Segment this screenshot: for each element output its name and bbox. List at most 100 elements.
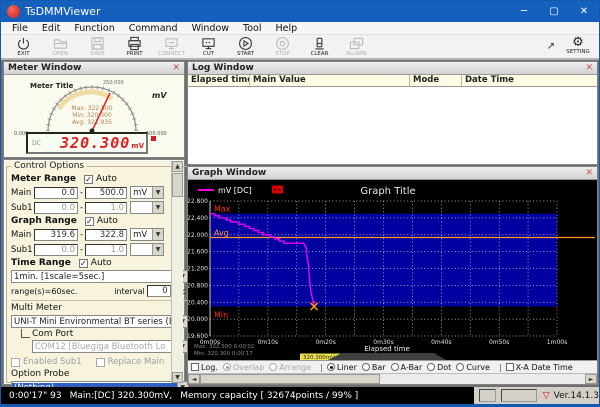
graph-window-title: Graph Window (192, 168, 266, 178)
liner-radio[interactable]: Liner (327, 363, 357, 372)
log-window-close-icon[interactable]: ✕ (585, 63, 593, 73)
meter-range-main-to-input[interactable]: 500.0 (85, 187, 127, 199)
toolbar: EXIT OPEN SAVE PRINT CONNECT CUT START (1, 35, 599, 60)
meter-range-main-from-input[interactable]: 0.0 (34, 187, 78, 199)
scrollbar-thumb[interactable] (172, 173, 183, 197)
scroll-down-icon[interactable]: ▼ (172, 372, 183, 383)
titlebar: TsDMMViewer ─ ▢ ✕ (1, 1, 599, 22)
connect-button[interactable]: CONNECT (153, 35, 190, 57)
graph-range-sub-to-input[interactable]: 1.0 (85, 244, 127, 256)
interval-input[interactable]: 0 (147, 285, 171, 297)
time-range-detail-row: range(s)=60sec. interval 0 sec. (11, 285, 189, 297)
open-button[interactable]: OPEN (42, 35, 79, 57)
dot-radio[interactable]: Dot (427, 363, 451, 372)
start-button[interactable]: START (227, 35, 264, 57)
meter-range-auto-checkbox[interactable]: ✓ (84, 175, 93, 184)
meter-range-sub-to-input[interactable]: 1.0 (85, 202, 127, 214)
graph-range-main-row: Main 319.6 - 322.8 mV▼ (11, 228, 189, 241)
exit-button[interactable]: EXIT (5, 35, 42, 57)
control-options-pane: Control Options Meter Range ✓ Auto Main … (3, 159, 185, 385)
com-port-select[interactable]: COM12 [Bluegiga Bluetooth Lo ▼ (32, 340, 189, 353)
graph-range-main-from-input[interactable]: 319.6 (34, 229, 78, 241)
col-main-value[interactable]: Main Value (250, 75, 410, 86)
allwin-button[interactable]: ALLWIN (338, 35, 375, 57)
meter-range-main-unit-select[interactable]: mV▼ (130, 186, 164, 199)
cut-button[interactable]: CUT (190, 35, 227, 57)
graph-range-sub-unit-select[interactable]: ▼ (130, 243, 164, 256)
replace-main-label: Replace Main (108, 357, 165, 367)
digital-display: DC 320.300 mV (26, 132, 148, 154)
scroll-right-icon[interactable]: ► (585, 374, 597, 384)
menu-edit[interactable]: Edit (35, 23, 67, 34)
svg-text:320.400: 320.400 (188, 299, 208, 306)
scrollbar-thumb[interactable] (200, 374, 380, 384)
graph-range-main-to-input[interactable]: 322.8 (85, 229, 127, 241)
meter-range-sub-unit-select[interactable]: ▼ (130, 201, 164, 214)
graph-window-close-icon[interactable]: ✕ (585, 168, 593, 178)
multi-meter-label: Multi Meter (11, 303, 189, 313)
graph-window-titlebar[interactable]: Graph Window ✕ (188, 167, 597, 180)
time-range-select[interactable]: 1min. [1scale=5sec.] ▼ (11, 270, 189, 283)
graph-range-auto-checkbox[interactable]: ✓ (85, 217, 94, 226)
curve-radio[interactable]: Curve (456, 363, 490, 372)
svg-text:Avg: Avg (214, 228, 229, 237)
xa-datetime-checkbox[interactable]: X-A Date Time (506, 363, 573, 372)
menu-command[interactable]: Command (122, 23, 185, 34)
maximize-button[interactable]: ▢ (539, 1, 569, 22)
pointer-arrow-icon[interactable]: ↗ (547, 41, 555, 52)
chevron-down-icon: ▼ (152, 244, 163, 255)
meter-range-sub-from-input[interactable]: 0.0 (34, 202, 78, 214)
graph-horizontal-scrollbar[interactable]: ◄ ► (188, 373, 597, 384)
col-elapsed-time[interactable]: Elapsed time (188, 75, 250, 86)
enabled-sub1-label: Enabled Sub1 (23, 357, 82, 367)
graph-range-main-unit-select[interactable]: mV▼ (130, 228, 164, 241)
enabled-sub1-checkbox[interactable] (11, 358, 20, 367)
checkbox-icon (191, 363, 199, 371)
svg-text:0m20s: 0m20s (315, 339, 335, 346)
minimize-button[interactable]: ─ (509, 1, 539, 22)
svg-text:321.200: 321.200 (188, 266, 208, 273)
bar-radio[interactable]: Bar (362, 363, 386, 372)
a-bar-radio[interactable]: A-Bar (391, 363, 423, 372)
meter-window-close-icon[interactable]: ✕ (172, 63, 180, 73)
log-checkbox[interactable]: Log. (191, 363, 218, 372)
scroll-up-icon[interactable]: ▲ (172, 161, 183, 172)
stop-button[interactable]: STOP (264, 35, 301, 57)
graph-range-sub-row: Sub1 0.0 - 1.0 ▼ (11, 243, 189, 256)
menu-tool[interactable]: Tool (236, 23, 268, 34)
menu-file[interactable]: File (5, 23, 35, 34)
time-range-auto-checkbox[interactable]: ✓ (79, 259, 88, 268)
col-mode[interactable]: Mode (410, 75, 462, 86)
setting-button[interactable]: ⚙ SETTING (561, 36, 595, 55)
floppy-icon (90, 36, 105, 51)
menu-window[interactable]: Window (185, 23, 236, 34)
menu-function[interactable]: Function (67, 23, 121, 34)
close-button[interactable]: ✕ (569, 1, 599, 22)
svg-text:322.800: 322.800 (188, 198, 208, 205)
monitor-cut-icon (201, 36, 216, 51)
meter-min-stat: Min: 320.300 (72, 112, 112, 119)
menu-help[interactable]: Help (268, 23, 304, 34)
meter-window: Meter Window ✕ Meter Title 250.000 mV 0.… (3, 61, 185, 158)
stop-icon (275, 36, 290, 51)
print-button[interactable]: PRINT (116, 35, 153, 57)
save-button[interactable]: SAVE (79, 35, 116, 57)
replace-main-checkbox[interactable] (96, 358, 105, 367)
svg-text:mV [DC]: mV [DC] (218, 186, 252, 195)
svg-text:Max: Max (214, 205, 231, 214)
multi-meter-select[interactable]: UNI-T Mini Environmental BT series (B ▼ (11, 315, 189, 328)
time-range-header: Time Range ✓ Auto (11, 258, 189, 268)
col-date-time[interactable]: Date Time (462, 75, 597, 86)
scroll-left-icon[interactable]: ◄ (188, 374, 200, 384)
graph-range-sub-from-input[interactable]: 0.0 (34, 244, 78, 256)
log-window-titlebar[interactable]: Log Window ✕ (188, 62, 597, 75)
separator: | (499, 363, 502, 372)
control-pane-scrollbar[interactable]: ▲ ▼ (171, 161, 183, 383)
clear-button[interactable]: CLEAR (301, 35, 338, 57)
radio-icon (427, 363, 435, 371)
meter-window-titlebar[interactable]: Meter Window ✕ (4, 62, 184, 75)
overlap-radio[interactable]: Overlap (223, 363, 264, 372)
arrange-radio[interactable]: Arrange (269, 363, 311, 372)
svg-text:0m10s: 0m10s (258, 339, 278, 346)
recording-indicator (151, 136, 156, 141)
